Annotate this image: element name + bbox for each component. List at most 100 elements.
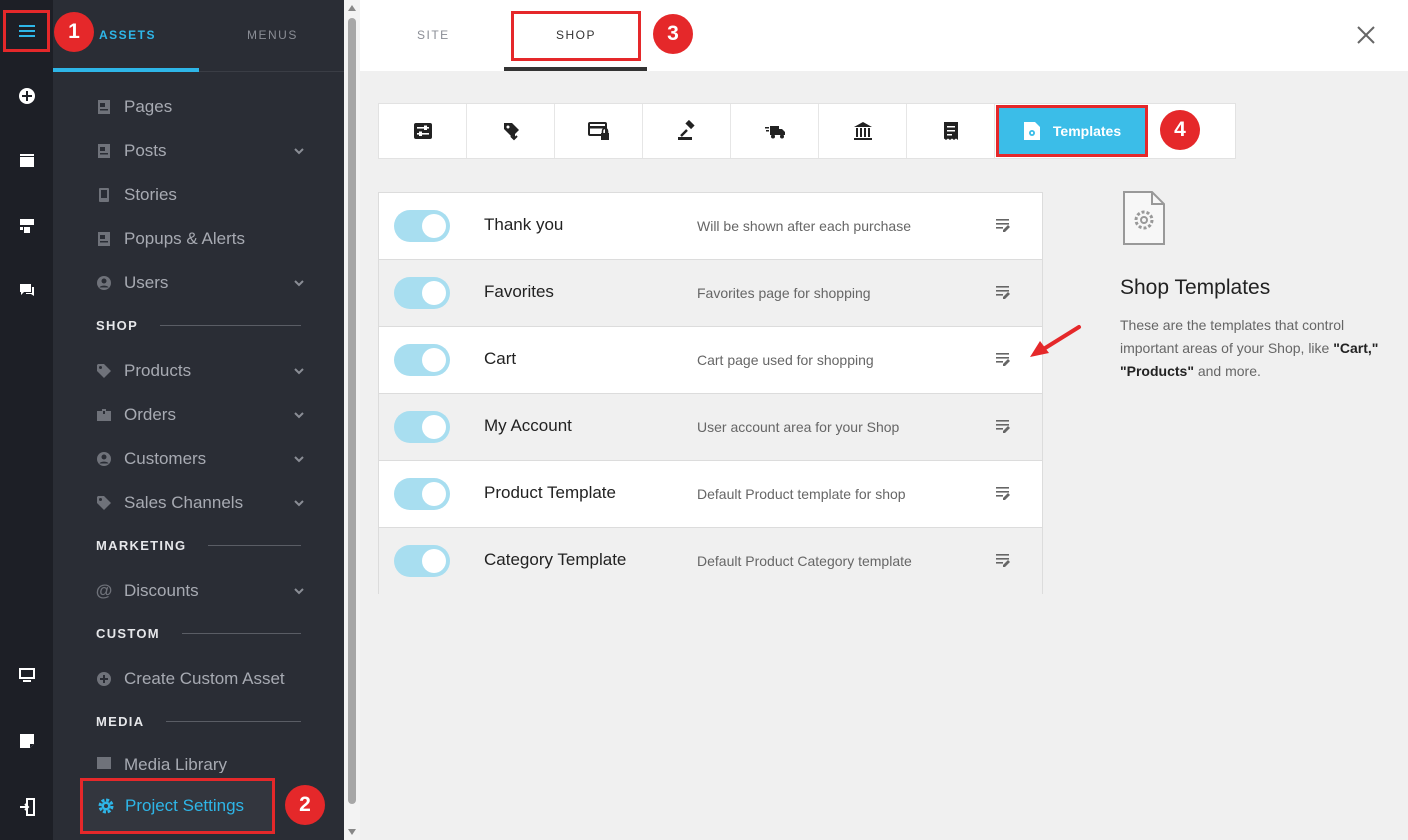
active-tab-indicator [504,67,647,71]
scroll-down-icon[interactable] [347,828,357,836]
template-toggle[interactable] [394,478,450,510]
nav-item-label: Sales Channels [124,493,244,512]
nav-item-posts[interactable]: Posts [96,139,306,163]
nav-item-users[interactable]: Users [96,271,306,295]
widgets-icon [19,219,34,233]
page-icon [96,231,112,247]
shipping-button[interactable] [731,104,819,158]
section-marketing: MARKETING [96,538,301,553]
chevron-down-icon[interactable] [292,452,306,466]
edit-icon[interactable] [995,217,1011,233]
nav-item-orders[interactable]: Orders [96,403,306,427]
general-settings-button[interactable] [379,104,467,158]
taxes-button[interactable] [643,104,731,158]
gavel-icon [677,120,695,140]
template-row: Cart Cart page used for shopping [379,327,1042,394]
nav-item-create-custom-asset[interactable]: Create Custom Asset [96,667,336,691]
step-badge-3: 3 [653,14,693,54]
nav-item-products[interactable]: Products [96,359,306,383]
tab-menus[interactable]: MENUS [247,28,298,42]
edit-icon[interactable] [995,351,1011,367]
edit-icon[interactable] [995,418,1011,434]
page-icon [96,99,112,115]
layers-button[interactable] [0,138,53,182]
chevron-down-icon[interactable] [292,496,306,510]
template-name: Thank you [484,215,564,234]
templates-label: Templates [1052,123,1122,139]
bank-button[interactable] [819,104,907,158]
nav-item-stories[interactable]: Stories [96,183,306,207]
nav-item-label: Users [124,273,169,292]
chat-icon [19,284,34,296]
panel-scrollbar[interactable] [344,0,360,840]
template-toggle[interactable] [394,411,450,443]
nav-item-discounts[interactable]: @ Discounts [96,579,306,603]
step-badge-2: 2 [285,785,325,825]
nav-item-popups-alerts[interactable]: Popups & Alerts [96,227,306,251]
chevron-down-icon[interactable] [292,364,306,378]
payments-button[interactable] [555,104,643,158]
nav-item-customers[interactable]: Customers [96,447,306,471]
monitor-button[interactable] [0,653,53,697]
chevron-down-icon[interactable] [292,584,306,598]
template-description: Favorites page for shopping [697,285,871,301]
exit-button[interactable] [0,785,53,829]
tab-site[interactable]: SITE [417,28,450,42]
add-button[interactable] [0,74,53,118]
credit-card-lock-icon [587,122,609,140]
note-icon [19,734,34,748]
section-label: MEDIA [96,714,145,729]
templates-button[interactable]: Templates [996,105,1148,157]
top-tabs-bar: SITE SHOP 3 [360,0,1408,71]
shop-tab-highlight [511,11,641,61]
scroll-up-icon[interactable] [347,4,357,12]
step-badge-1: 1 [54,12,94,52]
main-content: SITE SHOP 3 Templates 4 Thank you Will b… [360,0,1408,840]
tab-assets[interactable]: ASSETS [99,28,156,42]
template-toggle[interactable] [394,210,450,242]
scrollbar-thumb[interactable] [348,18,356,804]
nav-item-label: Posts [124,141,167,160]
templates-list: Thank you Will be shown after each purch… [378,192,1043,595]
info-description: These are the templates that control imp… [1120,317,1379,379]
edit-icon[interactable] [995,284,1011,300]
nav-item-label: Pages [124,97,173,116]
left-rail [0,0,53,840]
story-icon [96,187,112,203]
nav-item-media-library[interactable]: Media Library [96,755,306,773]
template-toggle[interactable] [394,277,450,309]
step-badge-4: 4 [1160,110,1200,150]
nav-item-label: Orders [124,405,176,424]
panel-tabs: ASSETS MENUS [53,0,344,72]
section-label: CUSTOM [96,626,160,641]
nav-item-pages[interactable]: Pages [96,95,306,119]
section-shop: SHOP [96,318,301,333]
note-button[interactable] [0,719,53,763]
nav-item-label: Create Custom Asset [124,669,285,688]
nav-item-sales-channels[interactable]: Sales Channels [96,491,306,515]
project-settings-button[interactable]: Project Settings [80,778,275,834]
template-toggle[interactable] [394,344,450,376]
section-label: SHOP [96,318,139,333]
menu-toggle-button[interactable] [3,10,50,52]
nav-item-label: Popups & Alerts [124,229,245,248]
section-custom: CUSTOM [96,626,301,641]
widgets-button[interactable] [0,204,53,248]
chat-button[interactable] [0,268,53,312]
close-icon[interactable] [1355,24,1377,46]
template-row: Favorites Favorites page for shopping [379,260,1042,327]
page-icon [96,143,112,159]
edit-icon[interactable] [995,552,1011,568]
downloads-button[interactable] [467,104,555,158]
template-toggle[interactable] [394,545,450,577]
invoices-button[interactable] [907,104,995,158]
chevron-down-icon[interactable] [292,144,306,158]
at-icon: @ [95,581,113,600]
chevron-down-icon[interactable] [292,408,306,422]
chevron-down-icon[interactable] [292,276,306,290]
nav-item-label: Stories [124,185,177,204]
template-row: Category Template Default Product Catego… [379,528,1042,595]
section-label: MARKETING [96,538,187,553]
edit-icon[interactable] [995,485,1011,501]
plus-circle-icon [96,671,112,687]
